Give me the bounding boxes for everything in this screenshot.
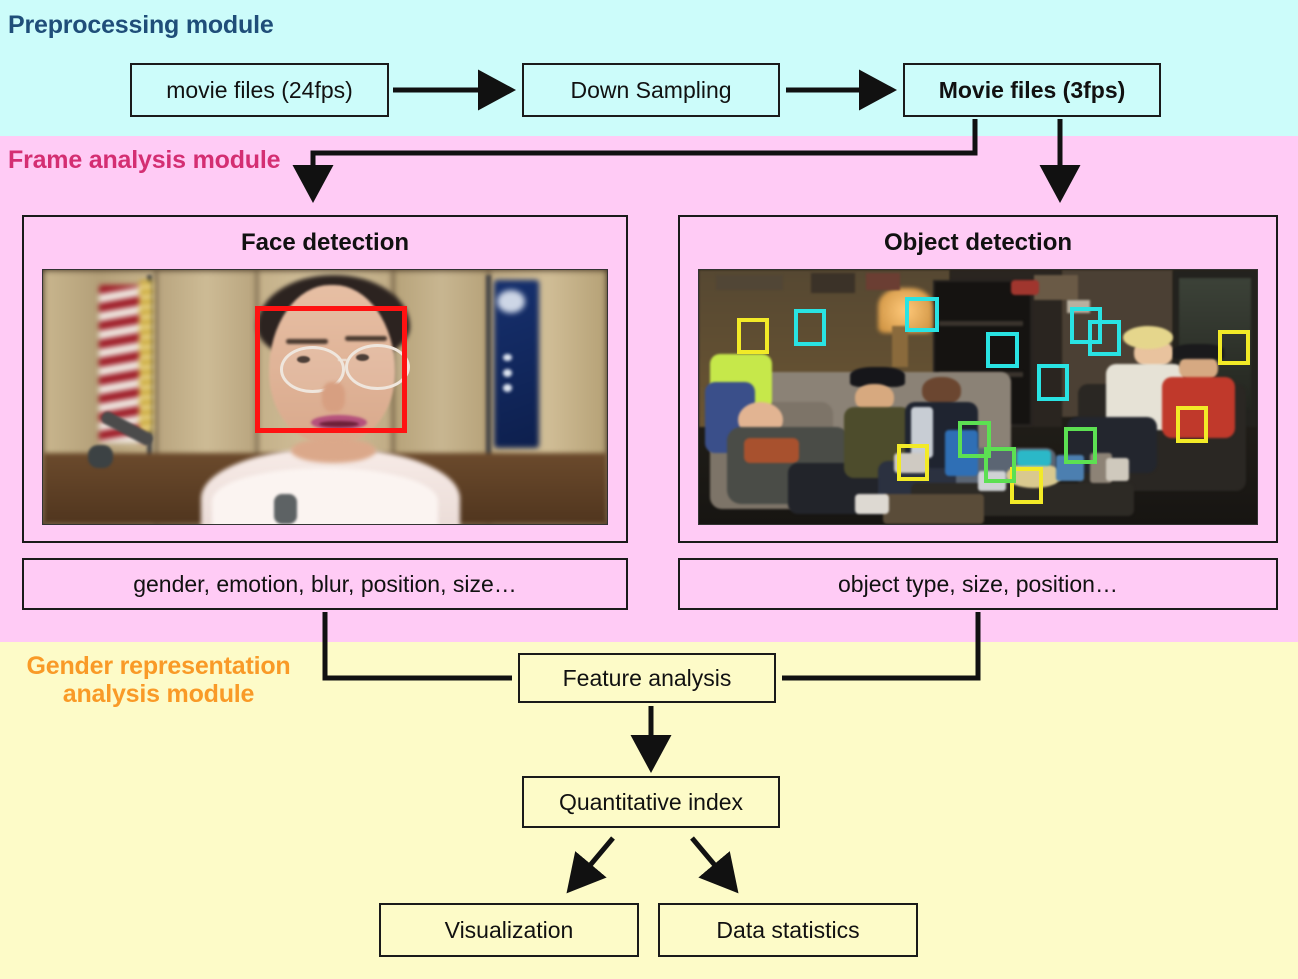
- quantitative-index-box: Quantitative index: [522, 776, 780, 828]
- object-bounding-box: [1088, 319, 1121, 357]
- object-bounding-box: [736, 318, 770, 354]
- preprocessing-module-label: Preprocessing module: [8, 11, 274, 39]
- frame-analysis-module-label: Frame analysis module: [8, 146, 281, 174]
- feature-analysis-box: Feature analysis: [518, 653, 776, 703]
- object-bounding-box: [1064, 427, 1097, 465]
- face-detection-image: [42, 269, 608, 525]
- object-bounding-box: [983, 446, 1016, 484]
- object-features-box: object type, size, position…: [678, 558, 1278, 610]
- face-detection-panel: Face detection: [22, 215, 628, 543]
- diagram-root: Preprocessing module Frame analysis modu…: [0, 0, 1298, 979]
- object-bounding-box: [1036, 363, 1069, 401]
- down-sampling-box: Down Sampling: [522, 63, 780, 117]
- visualization-box: Visualization: [379, 903, 639, 957]
- object-bounding-box: [897, 443, 930, 481]
- face-detection-title: Face detection: [240, 229, 410, 256]
- movie-files-input-box: movie files (24fps): [130, 63, 389, 117]
- object-bounding-box: [793, 309, 826, 347]
- face-bounding-box: [254, 305, 407, 433]
- object-detection-title: Object detection: [883, 229, 1073, 256]
- object-bounding-box: [905, 296, 939, 333]
- object-bounding-box: [1176, 405, 1209, 443]
- object-detection-panel: Object detection: [678, 215, 1278, 543]
- movie-files-output-box: Movie files (3fps): [903, 63, 1161, 117]
- object-detection-image: [698, 269, 1258, 525]
- object-bounding-box: [986, 332, 1019, 368]
- object-bounding-box: [1217, 329, 1251, 366]
- face-features-box: gender, emotion, blur, position, size…: [22, 558, 628, 610]
- data-statistics-box: Data statistics: [658, 903, 918, 957]
- gender-analysis-module-label: Gender representation analysis module: [26, 652, 291, 708]
